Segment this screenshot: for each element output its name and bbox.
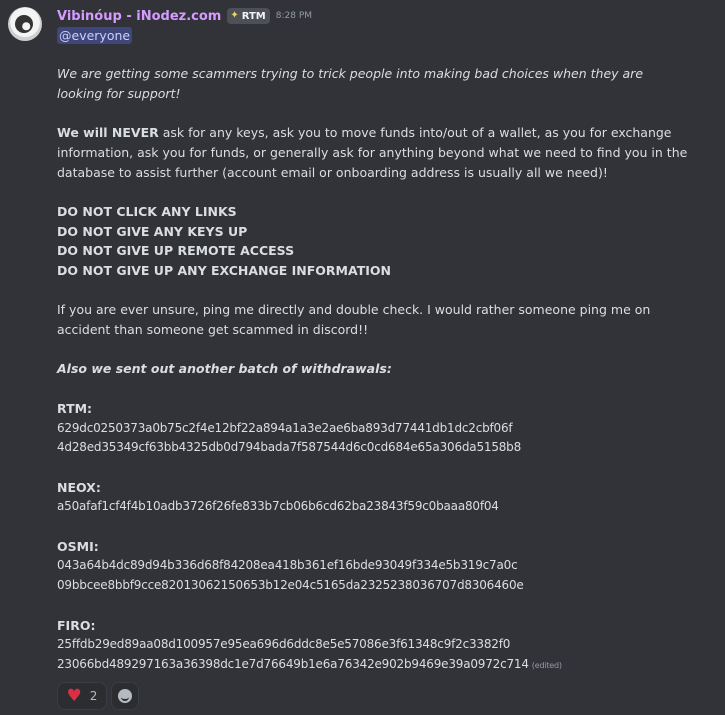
reaction-count: 2	[89, 689, 98, 703]
sparkle-icon: ✦	[230, 10, 239, 21]
withdrawal-hash-neox-1: a50afaf1cf4f4b10adb3726f26fe833b7cb06b6c…	[57, 499, 499, 514]
withdrawal-label-osmi: OSMI:	[57, 538, 99, 554]
never-statement: We will NEVER ask for any keys, ask you …	[57, 123, 692, 182]
withdrawal-hash-rtm-2: 4d28ed35349cf63bb4325db0d794bada7f587544…	[57, 440, 522, 455]
edited-label: (edited)	[531, 660, 562, 670]
role-badge-label: RTM	[241, 10, 266, 22]
withdrawal-label-neox: NEOX:	[57, 479, 101, 495]
avatar-image	[15, 15, 33, 33]
heart-reaction-button[interactable]: ♥ 2	[57, 682, 107, 710]
message-header: Vibinóup - iNodez.com ✦ RTM 8:28 PM	[57, 6, 312, 26]
unsure-text: If you are ever unsure, ping me directly…	[57, 302, 651, 338]
withdrawals-heading: Also we sent out another batch of withdr…	[57, 361, 392, 377]
withdrawal-hash-osmi-1: 043a64b4dc89d94b336d68f84208ea418b361ef1…	[57, 558, 518, 573]
role-badge[interactable]: ✦ RTM	[227, 8, 270, 24]
reactions-bar: ♥ 2	[57, 682, 139, 710]
timestamp[interactable]: 8:28 PM	[276, 11, 312, 21]
withdrawal-hash-firo-1: 25ffdb29ed89aa08d100957e95ea696d6ddc8e5e…	[57, 637, 511, 652]
never-prefix: We will NEVER	[57, 125, 159, 141]
withdrawal-hash-firo-2-line: 23066bd489297163a36398dc1e7d76649b1e6a76…	[57, 655, 692, 676]
everyone-mention[interactable]: @everyone	[57, 27, 133, 44]
rule-1: DO NOT CLICK ANY LINKS	[57, 203, 237, 219]
rule-4: DO NOT GIVE UP ANY EXCHANGE INFORMATION	[57, 263, 391, 278]
withdrawal-label-firo: FIRO:	[57, 617, 96, 633]
heart-icon: ♥	[66, 685, 82, 706]
add-reaction-button[interactable]	[111, 682, 139, 710]
rule-2: DO NOT GIVE ANY KEYS UP	[57, 223, 248, 239]
withdrawal-hash-osmi-2: 09bbcee8bbf9cce82013062150653b12e04c5165…	[57, 578, 524, 593]
rule-3: DO NOT GIVE UP REMOTE ACCESS	[57, 243, 295, 259]
withdrawal-hash-firo-2: 23066bd489297163a36398dc1e7d76649b1e6a76…	[57, 656, 529, 671]
message-content: We are getting some scammers trying to t…	[57, 64, 692, 676]
withdrawal-hash-rtm-1: 629dc0250373a0b75c2f4e12bf22a894a1a3e2ae…	[57, 420, 513, 435]
avatar[interactable]	[8, 7, 42, 41]
author-name[interactable]: Vibinóup - iNodez.com	[57, 9, 221, 24]
smile-icon	[118, 689, 132, 703]
withdrawal-label-rtm: RTM:	[57, 400, 93, 416]
warning-text: We are getting some scammers trying to t…	[57, 66, 644, 101]
discord-message: Vibinóup - iNodez.com ✦ RTM 8:28 PM @eve…	[0, 0, 725, 715]
